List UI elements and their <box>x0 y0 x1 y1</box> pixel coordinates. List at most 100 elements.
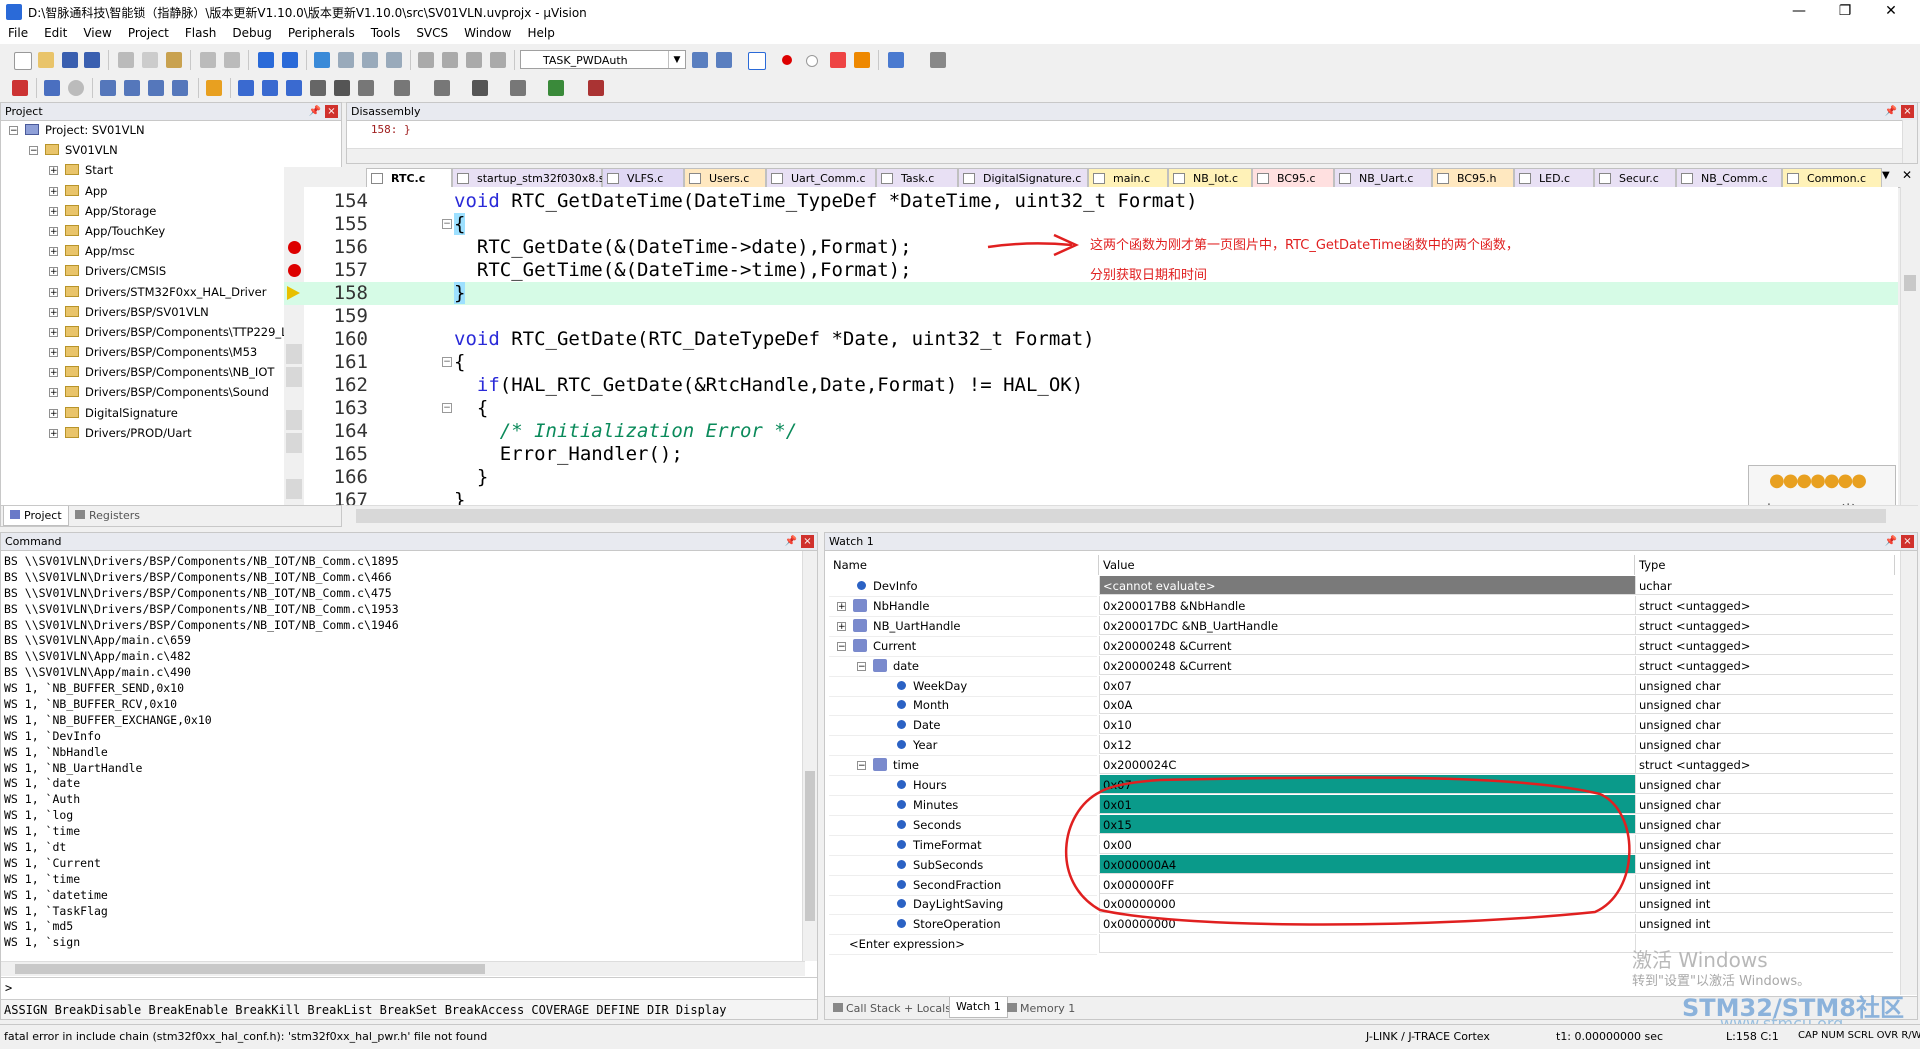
disassembly-vscrollbar[interactable] <box>1902 120 1917 163</box>
registers-window-icon[interactable] <box>310 80 326 96</box>
editor-hscrollbar[interactable] <box>346 505 1918 528</box>
file-tab[interactable]: DigitalSignature.c <box>958 168 1088 187</box>
expand-icon[interactable]: + <box>49 307 58 317</box>
tabs-dropdown-icon[interactable]: ▼ <box>1882 170 1890 181</box>
expand-icon[interactable]: + <box>49 247 58 257</box>
expand-icon[interactable]: + <box>49 428 58 438</box>
watch-row[interactable]: Month 0x0A unsigned char <box>829 695 1897 717</box>
file-tab[interactable]: Secur.c <box>1594 168 1676 187</box>
disassembly-hscrollbar[interactable] <box>347 148 1903 163</box>
find-combo[interactable]: TASK_PWDAuth ▼ <box>520 50 686 69</box>
menu-svcs[interactable]: SVCS <box>408 24 456 42</box>
file-tab[interactable]: NB_Comm.c <box>1676 168 1782 187</box>
reset-icon[interactable] <box>12 80 28 96</box>
scroll-thumb[interactable] <box>1904 275 1916 291</box>
comment-icon[interactable] <box>466 52 482 68</box>
clear-bookmarks-icon[interactable] <box>386 52 402 68</box>
step-into-icon[interactable] <box>100 80 116 96</box>
command-window-icon[interactable] <box>238 80 254 96</box>
watch-value-cell[interactable]: 0x0A <box>1099 695 1635 715</box>
analysis-window-icon[interactable] <box>472 80 488 96</box>
chevron-down-icon[interactable]: ▼ <box>668 51 685 68</box>
code-line[interactable]: 160 void RTC_GetDate(RTC_DateTypeDef *Dat… <box>284 328 1898 351</box>
command-hscrollbar[interactable] <box>1 961 805 976</box>
command-input[interactable]: > <box>1 977 817 999</box>
open-file-icon[interactable] <box>38 52 54 68</box>
find-in-files-icon[interactable] <box>692 52 708 68</box>
maximize-button[interactable]: ❐ <box>1822 0 1868 24</box>
close-tab-icon[interactable]: ✕ <box>1902 168 1912 182</box>
expand-icon[interactable]: + <box>49 388 58 398</box>
disable-all-breakpoints-icon[interactable] <box>830 52 846 68</box>
watch-value-cell[interactable]: 0x10 <box>1099 715 1635 735</box>
command-vscrollbar[interactable] <box>802 551 817 961</box>
unindent-icon[interactable] <box>442 52 458 68</box>
save-all-icon[interactable] <box>84 52 100 68</box>
code-line[interactable]: 164 /* Initialization Error */ <box>284 420 1898 443</box>
uncomment-icon[interactable] <box>490 52 506 68</box>
symbols-window-icon[interactable] <box>286 80 302 96</box>
menu-view[interactable]: View <box>75 24 119 42</box>
code-line[interactable]: 167} <box>284 489 1898 505</box>
call-stack-icon[interactable] <box>334 80 350 96</box>
file-tab[interactable]: NB_Uart.c <box>1334 168 1432 187</box>
code-line[interactable]: 165 Error_Handler(); <box>284 443 1898 466</box>
file-tab[interactable]: Common.c <box>1782 168 1882 187</box>
memory-window-icon[interactable] <box>394 80 410 96</box>
minimize-button[interactable]: — <box>1776 0 1822 24</box>
menu-peripherals[interactable]: Peripherals <box>280 24 363 42</box>
expand-icon[interactable]: + <box>837 601 846 611</box>
window-layout-icon[interactable] <box>888 52 904 68</box>
watch-value-cell[interactable] <box>1099 934 1635 954</box>
expand-icon[interactable]: + <box>49 267 58 277</box>
close-icon[interactable]: × <box>1901 105 1914 118</box>
file-tab[interactable]: Uart_Comm.c <box>766 168 876 187</box>
redo-icon[interactable] <box>224 52 240 68</box>
menu-tools[interactable]: Tools <box>363 24 409 42</box>
undo-icon[interactable] <box>200 52 216 68</box>
watch-row[interactable]: WeekDay 0x07 unsigned char <box>829 675 1897 697</box>
expand-icon[interactable]: + <box>49 348 58 358</box>
configure-icon[interactable] <box>930 52 946 68</box>
menu-help[interactable]: Help <box>519 24 562 42</box>
breakpoint-icon[interactable] <box>288 241 301 254</box>
watch-row[interactable]: + NbHandle 0x200017B8 &NbHandle struct <unt… <box>829 595 1897 617</box>
menu-project[interactable]: Project <box>120 24 177 42</box>
show-next-statement-icon[interactable] <box>206 80 222 96</box>
file-tab[interactable]: main.c <box>1088 168 1168 187</box>
tab-watch-1[interactable]: Watch 1 <box>949 997 1008 1018</box>
code-line[interactable]: 159 <box>284 305 1898 328</box>
close-icon[interactable]: × <box>801 535 814 548</box>
watch-value-cell[interactable]: 0x200017DC &NB_UartHandle <box>1099 615 1635 635</box>
close-icon[interactable]: × <box>1901 535 1914 548</box>
breakpoint-icon[interactable] <box>782 55 792 65</box>
menu-file[interactable]: File <box>0 24 36 42</box>
file-tab[interactable]: NB_Iot.c <box>1168 168 1252 187</box>
code-line[interactable]: 163 { <box>284 397 1898 420</box>
menu-flash[interactable]: Flash <box>177 24 224 42</box>
indent-icon[interactable] <box>418 52 434 68</box>
code-line[interactable]: 154 void RTC_GetDateTime(DateTime_TypeDef… <box>284 190 1898 213</box>
fold-toggle-icon[interactable]: − <box>442 219 452 229</box>
file-tab[interactable]: BC95.c <box>1252 168 1334 187</box>
pin-icon[interactable]: 📌 <box>1885 533 1897 550</box>
scroll-thumb[interactable] <box>805 771 815 921</box>
watch-vscrollbar[interactable] <box>1900 551 1917 995</box>
file-tab[interactable]: LED.c <box>1514 168 1594 187</box>
expand-icon[interactable]: + <box>837 621 846 631</box>
expand-icon[interactable]: + <box>49 327 58 337</box>
code-line[interactable]: 162 if(HAL_RTC_GetDate(&RtcHandle,Date,F… <box>284 374 1898 397</box>
menu-window[interactable]: Window <box>456 24 519 42</box>
serial-window-icon[interactable] <box>434 80 450 96</box>
navigate-back-icon[interactable] <box>258 52 274 68</box>
collapse-icon[interactable]: − <box>857 661 866 671</box>
breakpoint-icon[interactable] <box>288 264 301 277</box>
expand-icon[interactable]: + <box>49 206 58 216</box>
watch-window-icon[interactable] <box>358 80 374 96</box>
column-value[interactable]: Value <box>1099 555 1635 575</box>
watch-value-cell[interactable]: <cannot evaluate> <box>1099 576 1635 595</box>
watch-row[interactable]: Date 0x10 unsigned char <box>829 715 1897 737</box>
watch-row[interactable]: + NB_UartHandle 0x200017DC &NB_UartHandle s… <box>829 615 1897 637</box>
column-name[interactable]: Name <box>829 555 1099 575</box>
tab-project[interactable]: Project <box>3 506 69 526</box>
